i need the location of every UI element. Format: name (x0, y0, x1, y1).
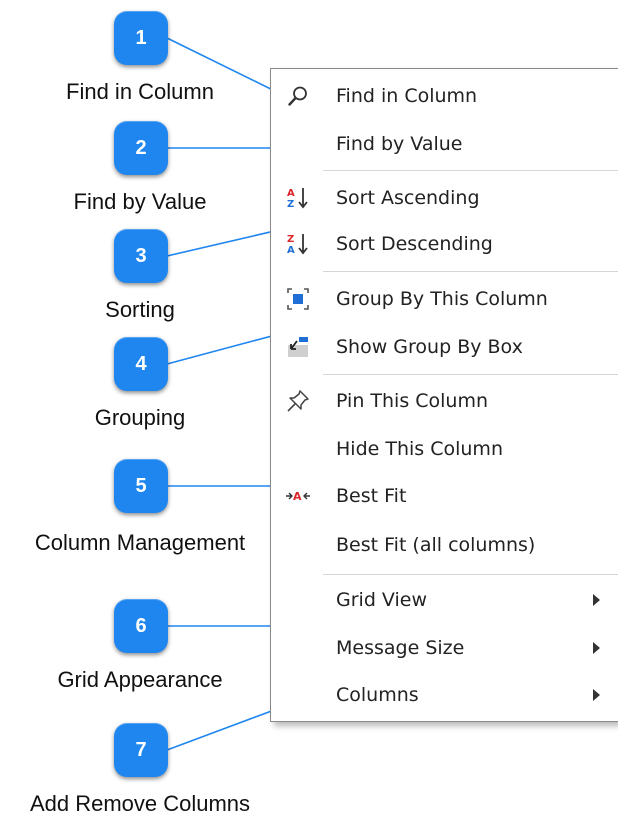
svg-text:A: A (287, 188, 295, 199)
callout-badge-2: 2 (114, 121, 168, 175)
menu-item-best-fit-all-columns[interactable]: Best Fit (all columns) (271, 522, 618, 568)
pin-icon (285, 388, 311, 414)
callout-label-6: Grid Appearance (57, 667, 223, 692)
menu-item-label: Group By This Column (336, 288, 548, 310)
menu-item-label: Message Size (336, 637, 465, 659)
menu-item-label: Best Fit (all columns) (336, 534, 536, 556)
menu-item-label: Find by Value (336, 133, 463, 155)
callout-line-3 (166, 228, 284, 257)
magnifier-icon (285, 83, 311, 109)
menu-item-label: Sort Ascending (336, 187, 480, 209)
callout-label-7: Add Remove Columns (29, 791, 251, 816)
column-context-menu: Find in Column Find by Value A Z Sort As… (270, 68, 618, 722)
menu-item-message-size[interactable]: Message Size (271, 625, 618, 671)
menu-item-label: Grid View (336, 589, 428, 611)
menu-separator (323, 574, 618, 575)
callout-label-2: Find by Value (73, 189, 207, 214)
menu-item-sort-descending[interactable]: Z A Sort Descending (271, 221, 618, 267)
menu-item-label: Hide This Column (336, 438, 503, 460)
menu-item-label: Best Fit (336, 485, 407, 507)
callout-line-4 (166, 332, 284, 365)
menu-separator (323, 271, 618, 272)
sort-ascending-icon: A Z (285, 185, 311, 211)
callout-badge-1: 1 (114, 11, 168, 65)
svg-text:A: A (287, 245, 295, 256)
svg-text:A: A (293, 490, 302, 503)
menu-item-label: Pin This Column (336, 390, 489, 412)
callout-label-4: Grouping (94, 405, 186, 430)
svg-text:Z: Z (287, 199, 294, 210)
menu-item-group-by-this-column[interactable]: Group By This Column (271, 276, 618, 322)
menu-item-label: Find in Column (336, 85, 478, 107)
menu-item-label: Sort Descending (336, 233, 493, 255)
sort-descending-icon: Z A (285, 231, 311, 257)
submenu-arrow-icon (593, 689, 600, 701)
menu-item-find-by-value[interactable]: Find by Value (271, 121, 618, 167)
callout-label-3: Sorting (105, 297, 175, 322)
menu-item-hide-this-column[interactable]: Hide This Column (271, 426, 618, 472)
callout-label-1: Find in Column (66, 79, 214, 104)
menu-item-columns[interactable]: Columns (271, 672, 618, 718)
menu-item-label: Columns (336, 684, 419, 706)
menu-item-pin-this-column[interactable]: Pin This Column (271, 378, 618, 424)
menu-separator (323, 374, 618, 375)
menu-item-best-fit[interactable]: A Best Fit (271, 473, 618, 519)
menu-item-label: Show Group By Box (336, 336, 523, 358)
submenu-arrow-icon (593, 642, 600, 654)
svg-text:Z: Z (287, 234, 294, 245)
group-by-column-icon (285, 286, 311, 312)
callout-badge-3: 3 (114, 229, 168, 283)
callout-badge-5: 5 (114, 459, 168, 513)
submenu-arrow-icon (593, 594, 600, 606)
group-by-box-icon (285, 334, 311, 360)
callout-badge-7: 7 (114, 723, 168, 777)
menu-item-find-in-column[interactable]: Find in Column (271, 73, 618, 119)
menu-separator (323, 170, 618, 171)
callout-badge-4: 4 (114, 337, 168, 391)
callout-badge-6: 6 (114, 599, 168, 653)
callout-label-5: Column Management (34, 530, 246, 555)
menu-item-grid-view[interactable]: Grid View (271, 577, 618, 623)
best-fit-icon: A (285, 483, 311, 509)
menu-item-sort-ascending[interactable]: A Z Sort Ascending (271, 175, 618, 221)
menu-item-show-group-by-box[interactable]: Show Group By Box (271, 324, 618, 370)
